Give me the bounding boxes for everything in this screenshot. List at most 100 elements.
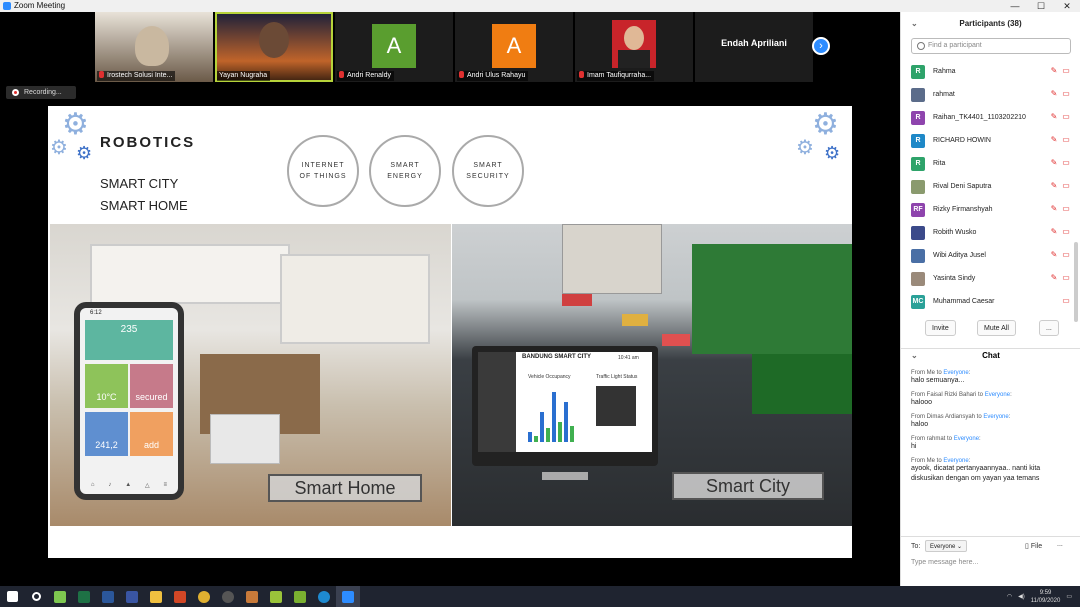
paint-icon[interactable]	[240, 586, 264, 607]
next-page-button[interactable]: ›	[812, 37, 830, 55]
video-off-icon[interactable]: ▭	[1061, 112, 1071, 122]
file-button[interactable]: ▯ File	[1025, 542, 1042, 550]
more-options-button[interactable]: ...	[1039, 320, 1059, 336]
video-off-icon[interactable]: ▭	[1061, 66, 1071, 76]
video-tile[interactable]: A Andri Ulus Rahayu	[455, 12, 573, 82]
participant-row[interactable]: rahmat ✎ ▭	[901, 83, 1073, 106]
maximize-button[interactable]: ☐	[1028, 0, 1054, 12]
mic-muted-icon[interactable]: ✎	[1049, 204, 1059, 214]
chevron-down-icon[interactable]: ⌄	[911, 349, 918, 363]
mic-muted-icon[interactable]: ✎	[1049, 135, 1059, 145]
chat-message: From Me to Everyone: halo semuanya...	[911, 370, 1071, 386]
participant-row[interactable]: MC Muhammad Caesar ▭	[901, 290, 1073, 313]
temp-cell: 10°C	[85, 364, 128, 408]
smart-security-circle: SMART SECURITY	[452, 135, 524, 207]
participants-scrollbar[interactable]	[1074, 242, 1078, 322]
windows-start-button[interactable]	[0, 586, 24, 607]
chrome-icon[interactable]	[192, 586, 216, 607]
participants-header: ⌄ Participants (38)	[901, 12, 1080, 36]
invite-button[interactable]: Invite	[925, 320, 956, 336]
gauge-icon[interactable]	[216, 586, 240, 607]
video-tile[interactable]: Irostech Solusi Inte...	[95, 12, 213, 82]
video-off-icon[interactable]: ▭	[1061, 135, 1071, 145]
chat-header: ⌄ Chat	[901, 348, 1080, 362]
close-button[interactable]: ✕	[1054, 0, 1080, 12]
recording-indicator[interactable]: Recording...	[6, 86, 76, 99]
powerpoint-icon[interactable]	[168, 586, 192, 607]
message-recipient: Everyone	[953, 436, 980, 442]
mic-muted-icon[interactable]: ✎	[1049, 158, 1059, 168]
participant-row[interactable]: Wibi Aditya Jusel ✎ ▭	[901, 244, 1073, 267]
video-off-icon[interactable]: ▭	[1061, 273, 1071, 283]
video-tile[interactable]: Imam Taufiqurraha...	[575, 12, 693, 82]
gear-icon: ⚙	[796, 137, 814, 159]
mic-muted-icon[interactable]: ✎	[1049, 227, 1059, 237]
participant-row[interactable]: Rival Deni Saputra ✎ ▭	[901, 175, 1073, 198]
video-off-icon[interactable]: ▭	[1061, 227, 1071, 237]
participant-row[interactable]: R Raihan_TK4401_1103202210 ✎ ▭	[901, 106, 1073, 129]
mic-muted-icon[interactable]: ✎	[1049, 112, 1059, 122]
participant-video	[612, 20, 656, 68]
toy-car	[562, 294, 592, 306]
search-icon[interactable]	[24, 586, 48, 607]
chat-more-button[interactable]: ...	[1057, 541, 1063, 548]
mic-muted-icon	[99, 71, 104, 78]
avatar: A	[372, 24, 416, 68]
participant-row[interactable]: R RICHARD HOWIN ✎ ▭	[901, 129, 1073, 152]
wifi-icon[interactable]: ◠	[1007, 593, 1012, 600]
monitor-stand	[542, 472, 588, 480]
mic-muted-icon[interactable]: ✎	[1049, 89, 1059, 99]
video-tile-active-speaker[interactable]: Yayan Nugraha	[215, 12, 333, 82]
secured-cell: secured	[130, 364, 173, 408]
folder-icon[interactable]	[144, 586, 168, 607]
chat-input[interactable]: Type message here...	[911, 559, 978, 566]
tile-name-label: Yayan Nugraha	[219, 72, 268, 79]
participant-name: Rahma	[933, 68, 956, 75]
mute-all-button[interactable]: Mute All	[977, 320, 1016, 336]
smart-city-photo: BANDUNG SMART CITY 10:41 am Vehicle Occu…	[452, 224, 852, 526]
participant-row[interactable]: RF Rizky Firmanshyah ✎ ▭	[901, 198, 1073, 221]
zoom-logo-icon	[3, 2, 11, 10]
word-icon[interactable]	[96, 586, 120, 607]
participant-row[interactable]: Yasinta Sindy ✎ ▭	[901, 267, 1073, 290]
participant-row[interactable]: R Rita ✎ ▭	[901, 152, 1073, 175]
recipient-select[interactable]: Everyone ⌄	[925, 540, 968, 552]
clock[interactable]: 9:59 11/09/2020	[1031, 589, 1061, 605]
mic-muted-icon[interactable]: ✎	[1049, 181, 1059, 191]
excel-icon[interactable]	[72, 586, 96, 607]
file-label: File	[1030, 543, 1043, 550]
edge-icon[interactable]	[312, 586, 336, 607]
chat-message: From Me to Everyone: ayook, dicatat perta…	[911, 458, 1071, 484]
video-off-icon[interactable]: ▭	[1061, 204, 1071, 214]
notification-icon[interactable]: ▭	[1066, 593, 1072, 600]
app-icon[interactable]	[48, 586, 72, 607]
mic-muted-icon[interactable]: ✎	[1049, 250, 1059, 260]
volume-icon[interactable]: ◀)	[1018, 593, 1025, 600]
participant-search-input[interactable]: Find a participant	[911, 38, 1071, 54]
video-tile[interactable]: A Andri Renaldy	[335, 12, 453, 82]
participant-row[interactable]: R Rahma ✎ ▭	[901, 60, 1073, 83]
visio-icon[interactable]	[120, 586, 144, 607]
gear-icon: ⚙	[824, 143, 841, 163]
side-panel: ⌄ Participants (38) Find a participant R…	[900, 12, 1080, 586]
avatar: RF	[911, 203, 925, 217]
smartphone-mockup: 6:12 235 10°C secured 241,2 add ⌂ ♪ ▲ △ ≡	[74, 302, 184, 500]
mic-muted-icon[interactable]: ✎	[1049, 273, 1059, 283]
participant-name: rahmat	[933, 91, 955, 98]
video-off-icon[interactable]: ▭	[1061, 158, 1071, 168]
video-off-icon[interactable]: ▭	[1061, 296, 1071, 306]
zoom-taskbar-icon[interactable]	[336, 586, 360, 607]
notepad-icon[interactable]	[288, 586, 312, 607]
sync-icon[interactable]	[264, 586, 288, 607]
video-off-icon[interactable]: ▭	[1061, 89, 1071, 99]
mic-muted-icon[interactable]: ✎	[1049, 66, 1059, 76]
chevron-down-icon[interactable]: ⌄	[911, 12, 918, 36]
grass-field	[692, 244, 852, 354]
participant-row[interactable]: Robith Wusko ✎ ▭	[901, 221, 1073, 244]
video-tile[interactable]: Endah Apriliani	[695, 12, 813, 82]
video-off-icon[interactable]: ▭	[1061, 250, 1071, 260]
tile-name-label: Imam Taufiqurraha...	[587, 72, 652, 79]
minimize-button[interactable]: —	[1002, 0, 1028, 12]
video-off-icon[interactable]: ▭	[1061, 181, 1071, 191]
gear-icon: ⚙	[62, 108, 89, 141]
